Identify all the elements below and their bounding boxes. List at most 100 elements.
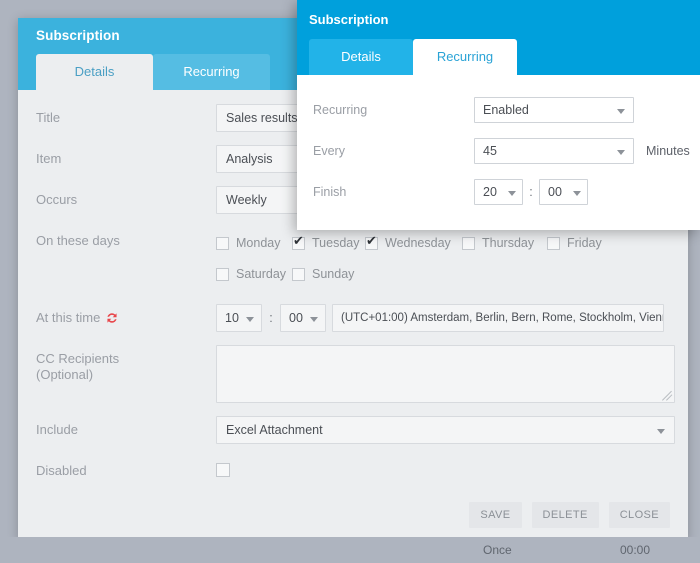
- occurs-label: Occurs: [36, 192, 78, 207]
- front-dialog-title: Subscription: [309, 12, 389, 27]
- day-checkbox-thursday[interactable]: Thursday: [462, 229, 547, 257]
- time-group: 10 : 00 (UTC+01:00) Amsterdam, Berlin, B…: [216, 304, 670, 332]
- day-label-monday: Monday: [236, 236, 281, 250]
- finish-time-separator: :: [529, 184, 533, 199]
- include-select[interactable]: Excel Attachment: [216, 416, 675, 444]
- day-label-saturday: Saturday: [236, 267, 287, 281]
- cc-recipients-textarea[interactable]: [216, 345, 675, 403]
- status-frequency: Once: [483, 543, 512, 557]
- recurring-label: Recurring: [313, 102, 368, 117]
- front-tab-recurring-label: Recurring: [436, 49, 494, 64]
- day-checkbox-tuesday[interactable]: Tuesday: [292, 229, 365, 257]
- disabled-field-wrap: [216, 457, 670, 477]
- finish-hour-value: 20: [483, 184, 497, 199]
- refresh-icon: [105, 311, 119, 329]
- cc-recipients-label: CC Recipients (Optional): [36, 345, 216, 383]
- chevron-down-icon: [310, 317, 318, 322]
- frow-every: Every 45 Minutes: [297, 130, 700, 171]
- checkbox-sunday-icon: [292, 267, 305, 281]
- time-separator: :: [269, 311, 273, 325]
- front-dialog-title-bar: Subscription: [297, 0, 700, 36]
- hour-select[interactable]: 10: [216, 304, 262, 332]
- front-dialog-tab-bar: Details Recurring: [297, 36, 700, 75]
- day-label-wednesday: Wednesday: [385, 236, 451, 250]
- row-cc-recipients: CC Recipients (Optional): [18, 345, 688, 403]
- checkbox-thursday-icon: [462, 236, 475, 250]
- status-time: 00:00: [620, 543, 651, 557]
- day-checkbox-wednesday[interactable]: Wednesday: [365, 229, 462, 257]
- day-label-thursday: Thursday: [482, 236, 535, 250]
- cc-field-wrap: [216, 345, 675, 403]
- at-this-time-text: At this time: [36, 310, 101, 325]
- at-this-time-field-wrap: 10 : 00 (UTC+01:00) Amsterdam, Berlin, B…: [216, 304, 670, 332]
- frow-recurring: Recurring Enabled: [297, 89, 700, 130]
- minute-select[interactable]: 00: [280, 304, 326, 332]
- back-dialog-title: Subscription: [36, 28, 120, 43]
- checkbox-wednesday-icon: [365, 234, 378, 250]
- day-checkbox-group: Monday Tuesday Wednesday Thursday: [216, 227, 676, 291]
- title-label: Title: [36, 110, 61, 125]
- every-label: Every: [313, 143, 345, 158]
- include-select-value: Excel Attachment: [226, 423, 323, 437]
- chevron-down-icon: [508, 190, 516, 196]
- include-label: Include: [36, 422, 78, 437]
- day-checkbox-saturday[interactable]: Saturday: [216, 260, 292, 288]
- front-tab-details[interactable]: Details: [309, 39, 413, 75]
- day-label-friday: Friday: [567, 236, 602, 250]
- back-dialog-button-bar: SAVE DELETE CLOSE: [469, 502, 670, 528]
- back-tab-details[interactable]: Details: [36, 54, 153, 90]
- checkbox-tuesday-icon: [292, 234, 305, 250]
- row-at-this-time: At this time 10 : 00 (UTC+01:00) Amsterd…: [18, 304, 688, 332]
- chevron-down-icon: [573, 190, 581, 196]
- front-tab-recurring[interactable]: Recurring: [413, 39, 517, 75]
- chevron-down-icon: [657, 429, 665, 434]
- finish-minute-select[interactable]: 00: [539, 178, 588, 205]
- row-days: On these days Monday Tuesday Wednesday: [18, 227, 688, 291]
- chevron-down-icon: [246, 317, 254, 322]
- finish-minute-value: 00: [548, 184, 562, 199]
- minute-select-value: 00: [289, 311, 303, 325]
- hour-select-value: 10: [225, 311, 239, 325]
- every-select[interactable]: 45: [474, 137, 634, 164]
- day-checkbox-sunday[interactable]: Sunday: [292, 260, 368, 288]
- frow-finish: Finish 20 : 00: [297, 171, 700, 212]
- back-tab-details-label: Details: [74, 64, 115, 79]
- row-disabled: Disabled: [18, 457, 688, 479]
- day-checkbox-friday[interactable]: Friday: [547, 229, 617, 257]
- day-label-tuesday: Tuesday: [312, 236, 360, 250]
- at-this-time-label: At this time: [36, 304, 216, 329]
- disabled-label: Disabled: [36, 463, 87, 478]
- front-tab-details-label: Details: [341, 49, 381, 64]
- checkbox-saturday-icon: [216, 267, 229, 281]
- front-dialog-body: Recurring Enabled Every 45 Minutes Finis…: [297, 75, 700, 230]
- delete-button[interactable]: DELETE: [531, 502, 599, 528]
- cc-recipients-label-line1: CC Recipients: [36, 351, 120, 366]
- day-label-sunday: Sunday: [312, 267, 355, 281]
- status-bar: Once 00:00: [0, 537, 700, 563]
- every-unit-label: Minutes: [646, 143, 690, 158]
- chevron-down-icon: [617, 108, 625, 114]
- resize-grip-icon[interactable]: [661, 389, 673, 401]
- save-button[interactable]: SAVE: [469, 502, 522, 528]
- finish-label: Finish: [313, 184, 347, 199]
- chevron-down-icon: [617, 149, 625, 155]
- disabled-checkbox[interactable]: [216, 463, 230, 477]
- recurring-select-value: Enabled: [483, 102, 529, 117]
- back-tab-recurring[interactable]: Recurring: [153, 54, 270, 90]
- checkbox-monday-icon: [216, 236, 229, 250]
- include-field-wrap: Excel Attachment: [216, 416, 675, 444]
- item-label: Item: [36, 151, 62, 166]
- close-button[interactable]: CLOSE: [608, 502, 670, 528]
- days-label: On these days: [36, 233, 120, 248]
- days-field-wrap: Monday Tuesday Wednesday Thursday: [216, 227, 676, 291]
- recurring-select[interactable]: Enabled: [474, 96, 634, 123]
- row-include: Include Excel Attachment: [18, 416, 688, 444]
- cc-recipients-label-line2: (Optional): [36, 367, 94, 382]
- back-tab-recurring-label: Recurring: [183, 64, 240, 79]
- checkbox-friday-icon: [547, 236, 560, 250]
- finish-hour-select[interactable]: 20: [474, 178, 523, 205]
- day-checkbox-monday[interactable]: Monday: [216, 229, 292, 257]
- subscription-dialog-foreground: Subscription Details Recurring Recurring…: [297, 0, 700, 230]
- every-select-value: 45: [483, 143, 497, 158]
- timezone-select[interactable]: (UTC+01:00) Amsterdam, Berlin, Bern, Rom…: [332, 304, 664, 332]
